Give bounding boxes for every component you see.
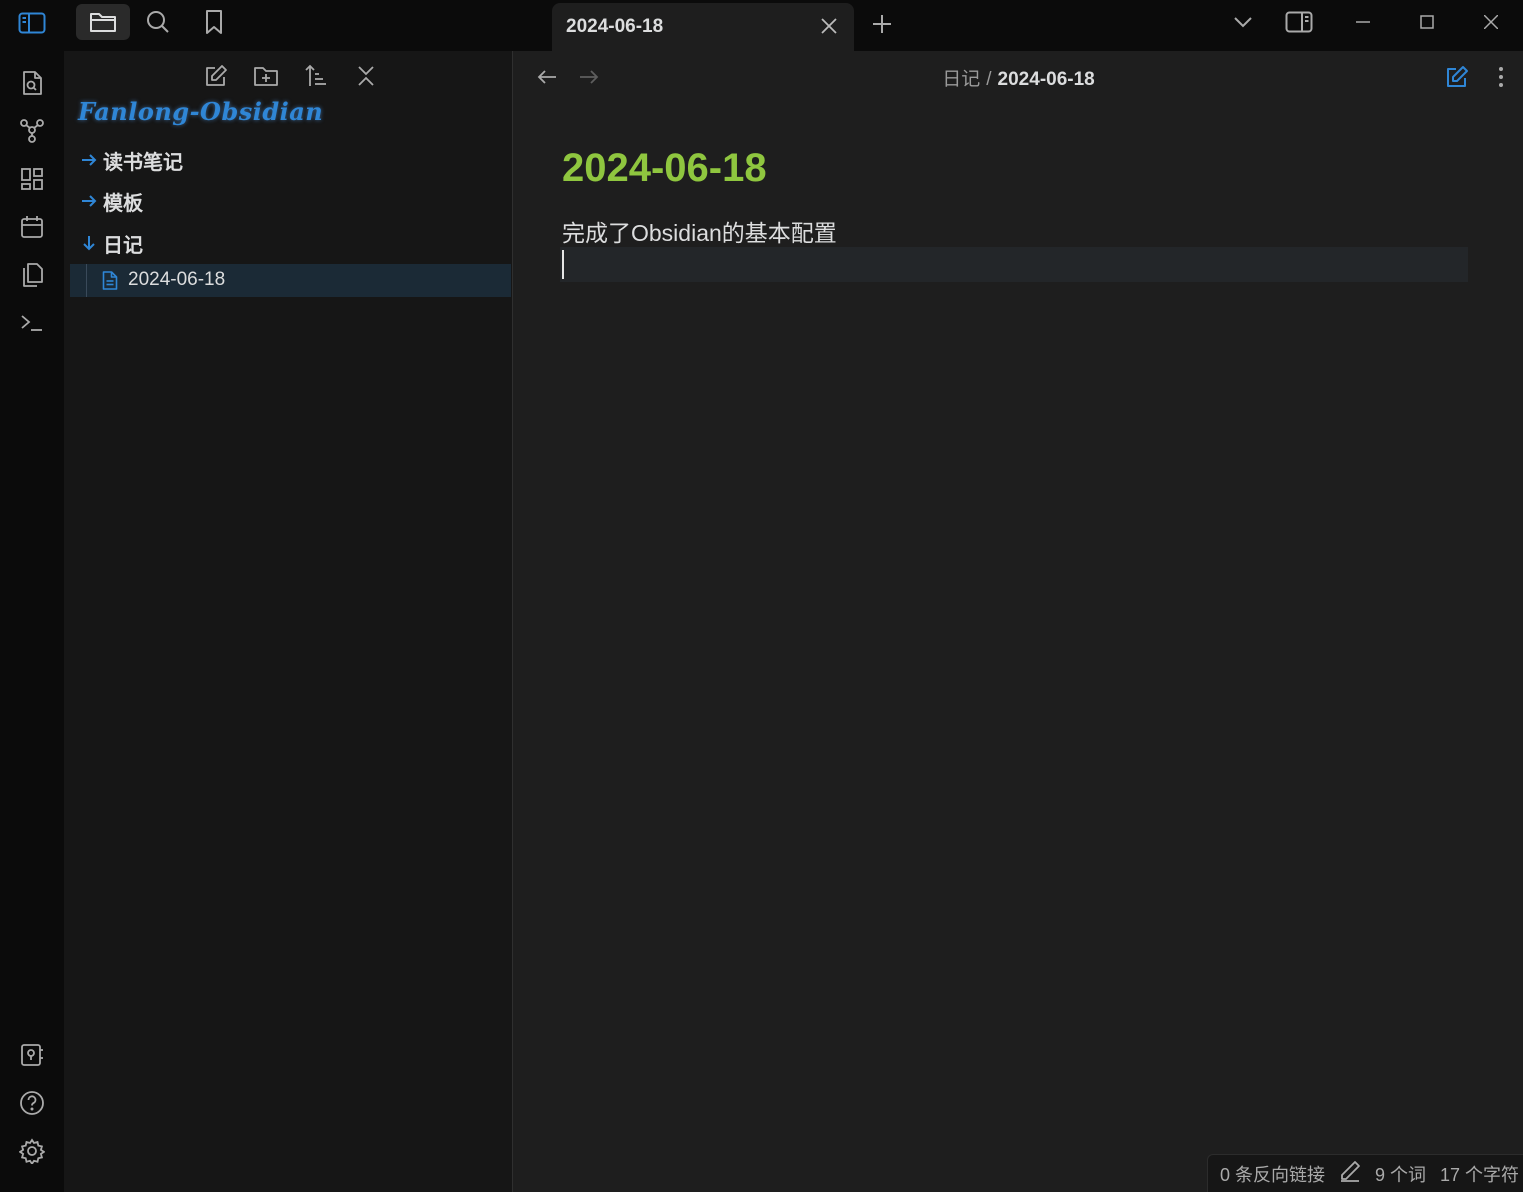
char-count: 17 个字符 [1439,1164,1519,1185]
status-bar: 0 条反向链接 9 个词 17 个字符 [1206,1154,1523,1192]
editor-pane: 日记 / 2024-06-18 2024-06-18 完成了Obsidian的基本配… [514,51,1523,1192]
arrow-down-icon [78,235,100,251]
breadcrumb-folder[interactable]: 日记 [942,69,980,90]
tree-folder-templates[interactable]: 模板 [78,184,143,218]
right-sidebar-toggle-icon[interactable] [1267,0,1331,44]
arrow-right-icon [78,154,100,166]
chevron-down-icon[interactable] [1219,0,1267,44]
quick-switcher-icon[interactable] [14,65,50,101]
tree-folder-reading-notes[interactable]: 读书笔记 [78,143,183,177]
sidebar-toggle-icon[interactable] [14,8,50,38]
note-heading[interactable]: 2024-06-18 [562,146,767,191]
left-ribbon [0,51,64,1192]
calendar-icon[interactable] [14,209,50,245]
tree-folder-diary[interactable]: 日记 [78,226,143,260]
text-cursor [562,250,564,279]
new-folder-icon[interactable] [248,59,284,93]
folder-label: 日记 [103,234,143,257]
indent-guide [86,264,87,297]
backlinks-count[interactable]: 0 条反向链接 [1220,1161,1325,1187]
breadcrumb-file[interactable]: 2024-06-18 [998,69,1095,90]
breadcrumb-separator: / [986,69,992,90]
tree-file-active[interactable]: 2024-06-18 [70,264,511,297]
pencil-icon[interactable] [1339,1160,1361,1187]
new-note-icon[interactable] [198,59,234,93]
folder-label: 读书笔记 [103,151,183,174]
active-editor-line[interactable] [560,247,1468,282]
minimize-icon[interactable] [1331,0,1395,44]
help-icon[interactable] [14,1085,50,1121]
edit-mode-icon[interactable] [1441,61,1473,93]
tab-active-note[interactable]: 2024-06-18 [552,3,854,51]
arrow-right-icon [78,195,100,207]
more-options-icon[interactable] [1487,61,1515,93]
vault-switcher-icon[interactable] [14,1037,50,1073]
close-icon[interactable] [818,15,840,37]
maximize-icon[interactable] [1395,0,1459,44]
plus-icon[interactable] [866,8,898,40]
file-icon [102,271,118,295]
settings-gear-icon[interactable] [14,1133,50,1169]
word-count: 9 个词 [1374,1164,1426,1185]
window-close-icon[interactable] [1459,0,1523,44]
tab-title: 2024-06-18 [566,16,664,37]
title-bar: 2024-06-18 [0,0,1523,51]
file-explorer: Fanlong-Obsidian 读书笔记 模板 日记 2024-06-18 [64,51,513,1192]
search-icon[interactable] [136,4,180,40]
folder-label: 模板 [103,192,143,215]
terminal-icon[interactable] [14,305,50,341]
file-label: 2024-06-18 [128,269,226,290]
collapse-all-icon[interactable] [348,59,384,93]
files-tab-button[interactable] [76,4,130,40]
vault-name[interactable]: Fanlong-Obsidian [78,97,323,126]
graph-view-icon[interactable] [14,113,50,149]
bookmark-icon[interactable] [192,4,236,40]
templates-icon[interactable] [14,257,50,293]
breadcrumb: 日记 / 2024-06-18 [514,64,1523,91]
sort-icon[interactable] [298,59,334,93]
note-text-line[interactable]: 完成了Obsidian的基本配置 [562,214,837,248]
canvas-icon[interactable] [14,161,50,197]
